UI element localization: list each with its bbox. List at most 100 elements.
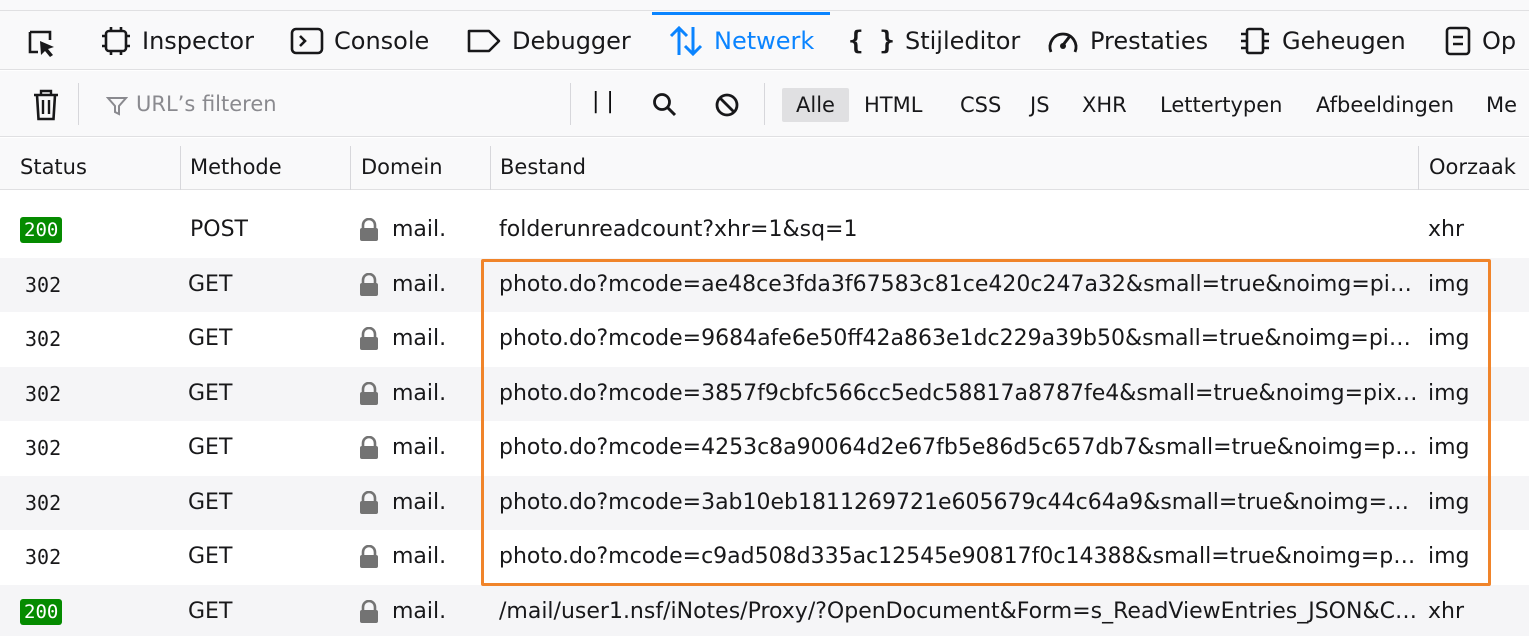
tab-label: Geheugen [1282, 27, 1406, 55]
request-list: 200 POST mail. folderunreadcount?xhr=1&s… [0, 203, 1529, 636]
domain-cell: mail. [358, 476, 446, 531]
method-cell: GET [188, 326, 233, 351]
domain-label: mail. [392, 217, 447, 243]
tab-storage[interactable]: Op [1444, 12, 1516, 70]
cause-cell: img [1428, 544, 1470, 569]
file-cell: photo.do?mcode=3ab10eb1811269721e605679c… [499, 489, 1419, 515]
domain-cell: mail. [358, 203, 446, 258]
url-filter-input[interactable] [100, 85, 560, 123]
lock-icon [360, 490, 378, 514]
method-cell: POST [190, 217, 248, 242]
lock-icon [360, 218, 378, 242]
domain-label: mail. [392, 271, 447, 297]
table-row[interactable]: 302 GET mail. photo.do?mcode=3ab10eb1811… [0, 475, 1529, 531]
method-cell: GET [188, 271, 233, 297]
search-icon[interactable] [652, 92, 678, 122]
filter-type-all[interactable]: Alle [782, 88, 849, 122]
filter-type-xhr[interactable]: XHR [1068, 88, 1141, 122]
storage-icon [1445, 26, 1471, 56]
filter-type-fonts[interactable]: Lettertypen [1146, 88, 1297, 122]
filter-type-images[interactable]: Afbeeldingen [1302, 88, 1468, 122]
tab-style-editor[interactable]: { } Stijleditor [848, 12, 1020, 70]
trash-icon[interactable] [32, 89, 60, 125]
method-cell: GET [188, 598, 233, 624]
file-cell: photo.do?mcode=9684afe6e50ff42a863e1dc22… [499, 326, 1419, 351]
table-row[interactable]: 302 GET mail. photo.do?mcode=9684afe6e50… [0, 312, 1529, 367]
column-separator [180, 146, 181, 190]
cause-cell: img [1428, 271, 1470, 297]
tab-label: Prestaties [1090, 27, 1209, 55]
column-header-status[interactable]: Status [20, 138, 87, 190]
domain-label: mail. [392, 544, 447, 570]
tab-debugger[interactable]: Debugger [466, 12, 631, 70]
console-icon [290, 27, 324, 55]
network-filter-toolbar: | | Alle HTML CSS JS XHR Lettertypen Afb… [0, 71, 1529, 137]
status-cell: 200 [20, 585, 63, 636]
tab-performance[interactable]: Prestaties [1046, 12, 1208, 70]
domain-label: mail. [392, 380, 447, 406]
status-cell: 302 [25, 272, 62, 297]
domain-label: mail. [392, 326, 447, 352]
table-row[interactable]: 200 GET mail. /mail/user1.nsf/iNotes/Pro… [0, 584, 1529, 636]
domain-label: mail. [392, 598, 447, 624]
lock-icon [360, 599, 378, 623]
status-cell: 302 [25, 381, 62, 406]
file-cell: photo.do?mcode=4253c8a90064d2e67fb5e86d5… [499, 435, 1419, 460]
toolbar-top-border [0, 10, 1529, 11]
tab-label: Op [1482, 27, 1517, 55]
column-separator [350, 146, 351, 190]
column-separator [1418, 146, 1419, 190]
status-cell: 302 [25, 436, 62, 460]
devtools-tab-toolbar: Inspector Console Debugger Netwerk { } S… [0, 0, 1529, 70]
status-cell: 302 [25, 327, 62, 351]
table-row[interactable]: 302 GET mail. photo.do?mcode=c9ad508d335… [0, 530, 1529, 585]
column-header-cause[interactable]: Oorzaak [1429, 138, 1516, 190]
domain-cell: mail. [358, 421, 446, 476]
tab-network[interactable]: Netwerk [651, 12, 831, 70]
pause-icon[interactable]: | | [592, 89, 614, 114]
lock-icon [360, 436, 378, 460]
toolbar-separator [78, 83, 79, 125]
file-cell: photo.do?mcode=3857f9cbfc566cc5edc58817a… [499, 380, 1419, 406]
tab-inspector[interactable]: Inspector [100, 12, 254, 70]
table-row[interactable]: 302 GET mail. photo.do?mcode=3857f9cbfc5… [0, 366, 1529, 421]
element-picker-icon[interactable] [26, 28, 58, 60]
tab-label: Inspector [142, 27, 254, 55]
style-editor-icon: { } [848, 26, 895, 56]
column-header-file[interactable]: Bestand [500, 138, 586, 190]
table-row[interactable]: 302 GET mail. photo.do?mcode=ae48ce3fda3… [0, 257, 1529, 313]
cause-cell: xhr [1428, 598, 1465, 624]
table-row[interactable]: 302 GET mail. photo.do?mcode=4253c8a9006… [0, 421, 1529, 476]
network-icon [669, 25, 703, 57]
domain-cell: mail. [358, 258, 446, 313]
block-icon[interactable] [714, 92, 740, 122]
cause-cell: img [1428, 489, 1470, 515]
lock-icon [360, 327, 378, 351]
column-header-method[interactable]: Methode [190, 138, 282, 190]
toolbar-separator [570, 83, 571, 125]
filter-type-media[interactable]: Me [1472, 88, 1529, 122]
filter-type-html[interactable]: HTML [850, 88, 936, 122]
domain-label: mail. [392, 489, 447, 515]
tab-label: Debugger [512, 27, 631, 55]
status-cell: 302 [25, 545, 62, 569]
tab-label: Netwerk [714, 27, 815, 55]
lock-icon [360, 381, 378, 405]
cause-cell: img [1428, 326, 1470, 351]
memory-icon [1241, 27, 1269, 55]
tab-console[interactable]: Console [290, 12, 429, 70]
tab-label: Console [334, 27, 430, 55]
file-cell: folderunreadcount?xhr=1&sq=1 [499, 217, 858, 242]
filter-type-js[interactable]: JS [1016, 88, 1064, 122]
column-header-domain[interactable]: Domein [361, 138, 443, 190]
filter-type-css[interactable]: CSS [946, 88, 1015, 122]
table-row[interactable]: 200 POST mail. folderunreadcount?xhr=1&s… [0, 203, 1529, 258]
file-cell: photo.do?mcode=ae48ce3fda3f67583c81ce420… [499, 271, 1419, 297]
domain-cell: mail. [358, 585, 446, 636]
file-cell: photo.do?mcode=c9ad508d335ac12545e90817f… [499, 544, 1419, 569]
status-cell: 302 [25, 490, 62, 515]
debugger-icon [467, 29, 501, 53]
domain-cell: mail. [358, 312, 446, 367]
column-separator [490, 146, 491, 190]
tab-memory[interactable]: Geheugen [1238, 12, 1406, 70]
